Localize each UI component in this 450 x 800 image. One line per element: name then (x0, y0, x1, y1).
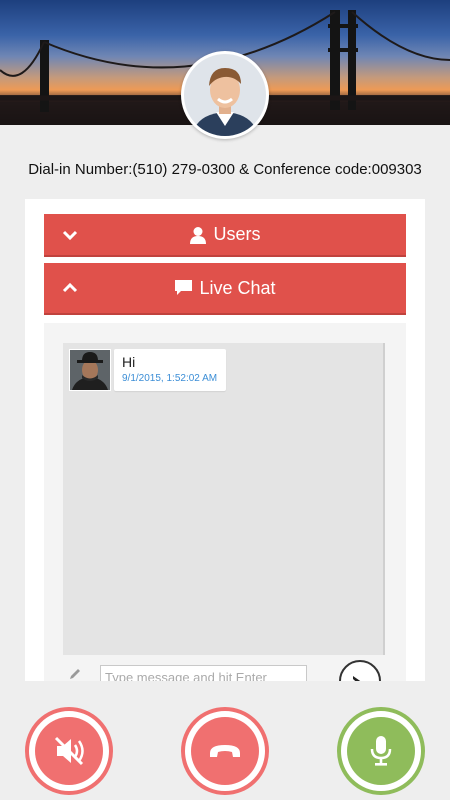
chat-message-input[interactable] (100, 665, 307, 681)
live-chat-accordion[interactable]: Live Chat (44, 263, 406, 315)
send-pen-icon (353, 676, 361, 681)
microphone-icon (370, 736, 392, 766)
dial-in-info: Dial-in Number:(510) 279-0300 & Conferen… (28, 161, 422, 178)
message-list[interactable]: Hi 9/1/2015, 1:52:02 AM (63, 343, 385, 655)
pencil-icon (70, 669, 80, 679)
message-timestamp: 9/1/2015, 1:52:02 AM (122, 373, 218, 384)
message-text: Hi (122, 354, 136, 370)
hang-up-button[interactable] (181, 707, 269, 795)
message-bubble: Hi 9/1/2015, 1:52:02 AM (114, 349, 227, 391)
live-chat-label: Live Chat (199, 277, 276, 298)
chevron-up-icon (62, 282, 78, 293)
chat-bubble-icon (175, 280, 193, 295)
microphone-button[interactable] (337, 707, 425, 795)
users-accordion[interactable]: Users (44, 214, 406, 257)
phone-hangup-icon (210, 745, 240, 757)
chevron-down-icon (62, 230, 78, 240)
mute-speaker-button[interactable] (25, 707, 113, 795)
chat-message: Hi 9/1/2015, 1:52:02 AM (69, 349, 227, 391)
user-icon (190, 226, 207, 244)
users-label: Users (213, 224, 261, 244)
chat-input-row (44, 659, 406, 681)
sender-avatar (69, 349, 111, 391)
conference-panel: Users Live Chat Hi 9/1/2015, 1:52:02 AM … (25, 199, 425, 681)
send-button[interactable] (339, 660, 381, 681)
user-avatar (181, 51, 269, 139)
speaker-muted-icon (54, 736, 84, 766)
chat-area: Hi 9/1/2015, 1:52:02 AM (44, 323, 406, 681)
